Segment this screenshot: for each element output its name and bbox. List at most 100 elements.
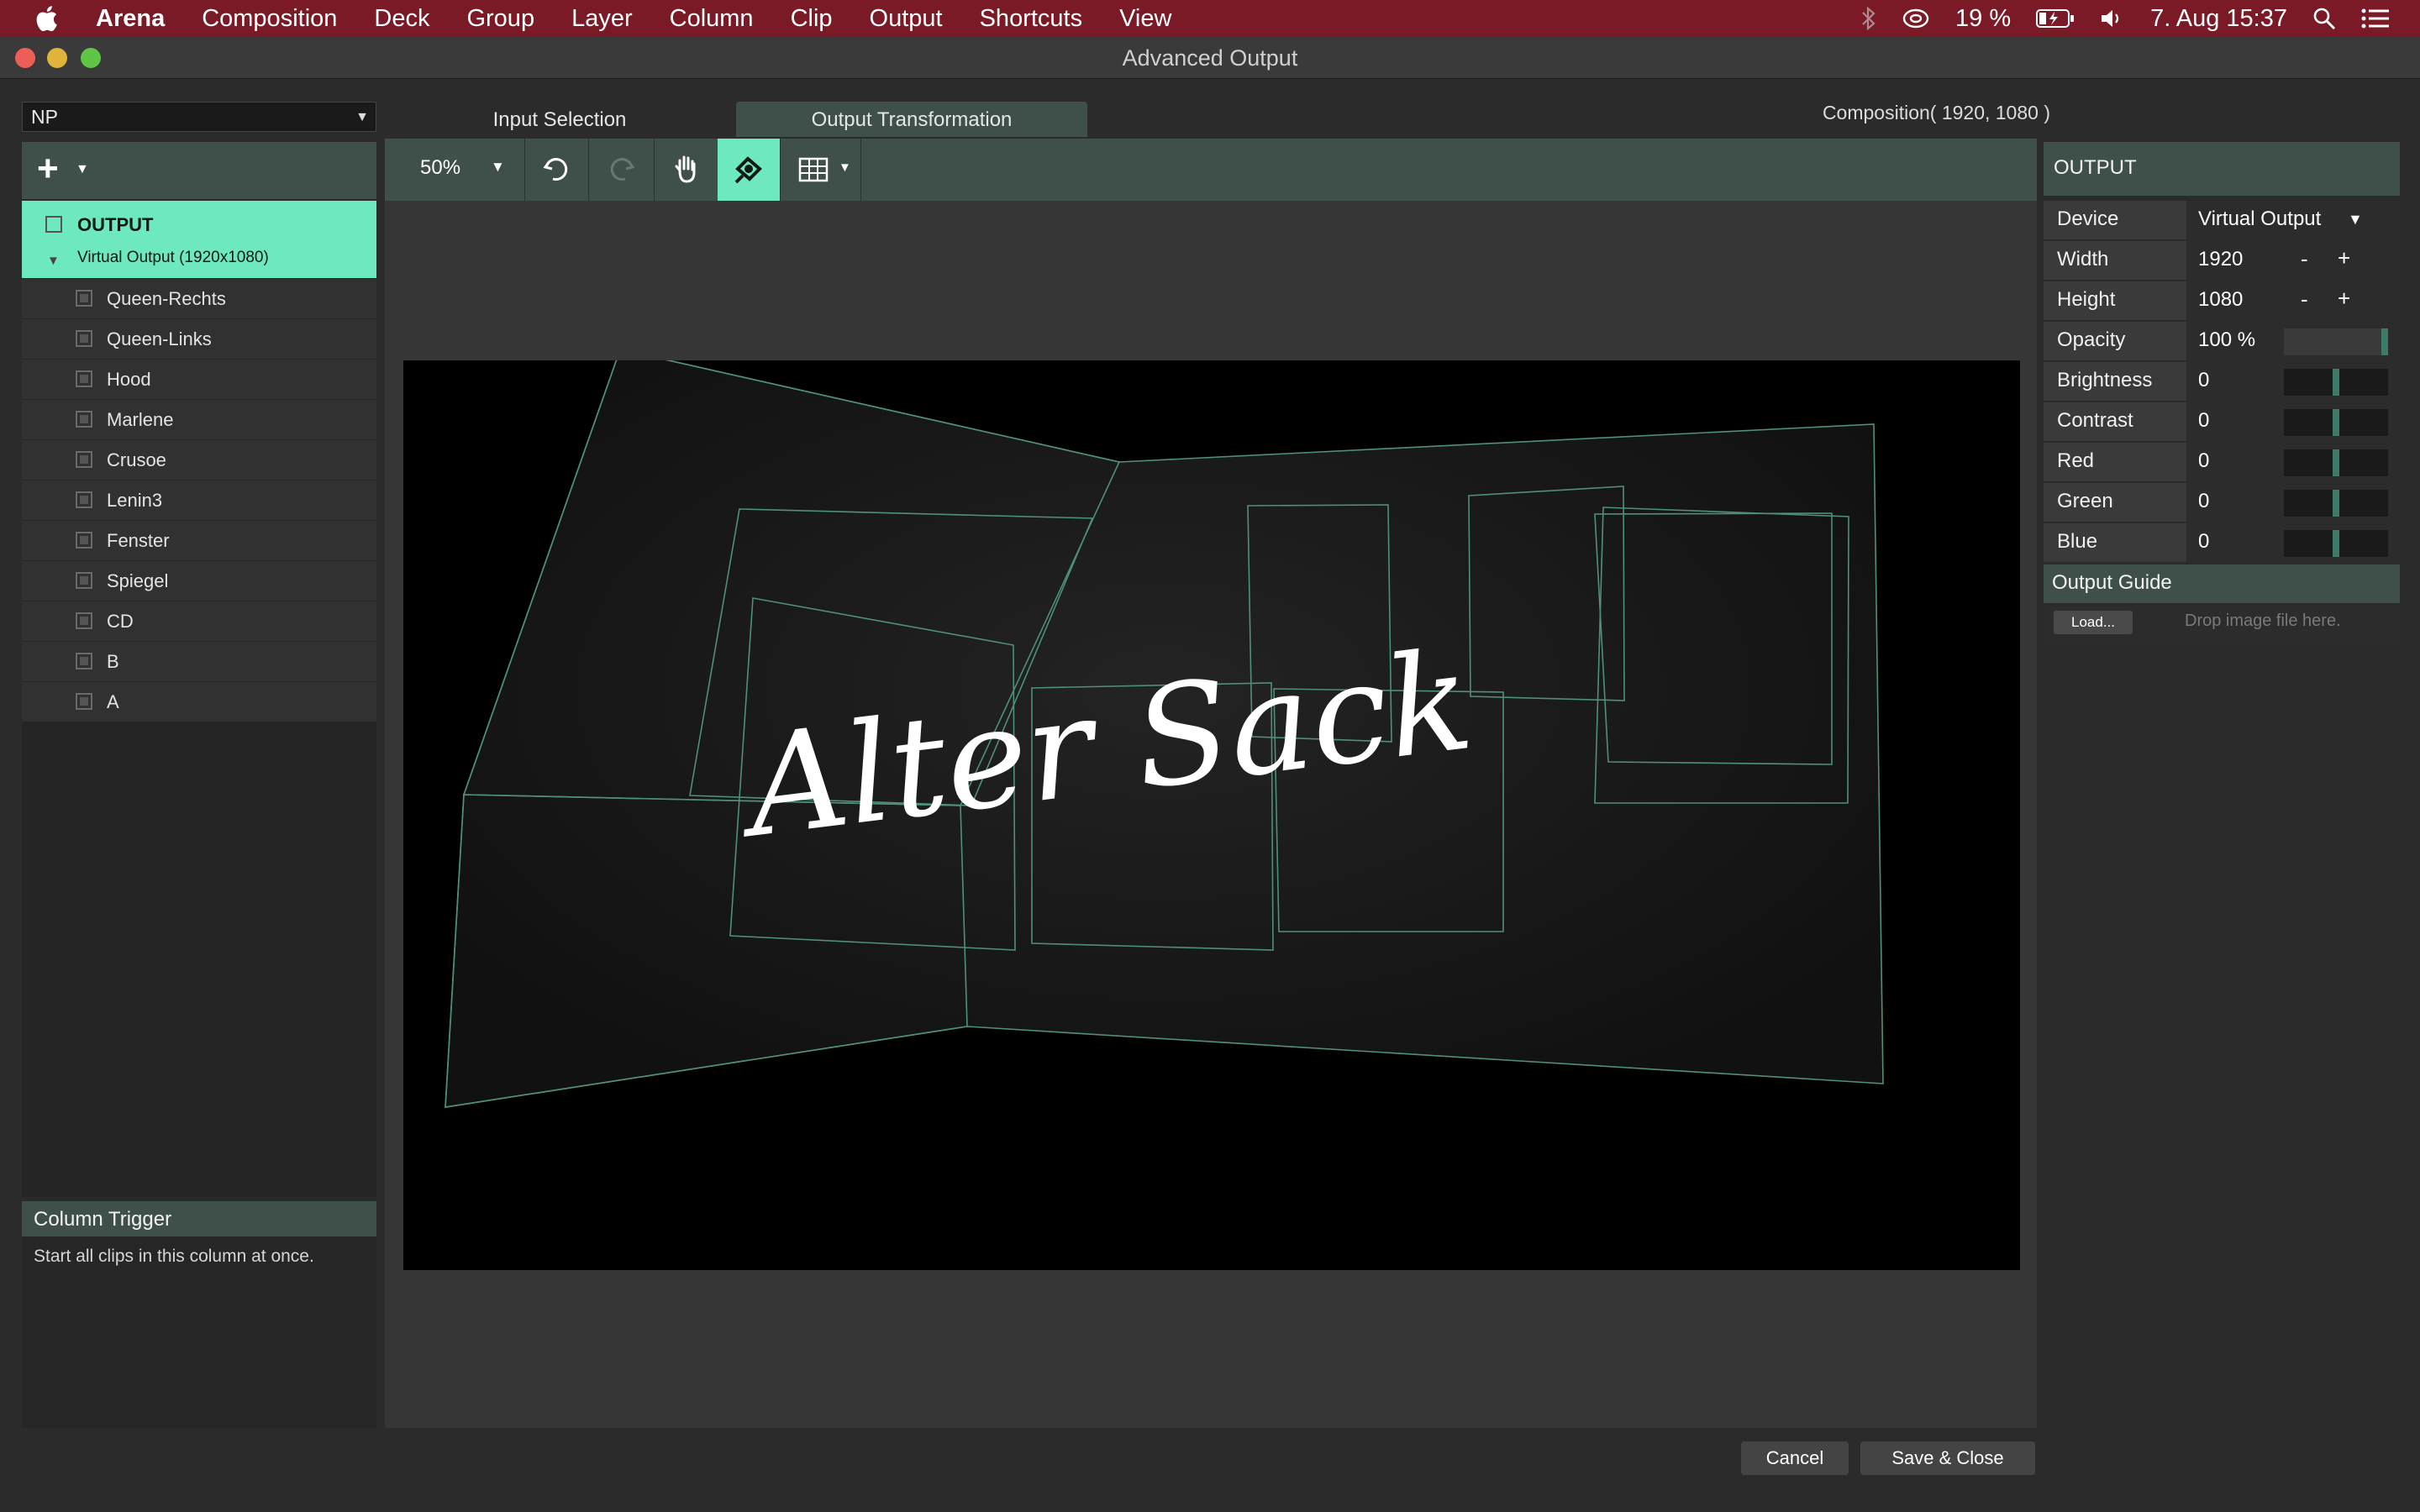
volume-icon[interactable]: [2100, 8, 2125, 29]
transform-tool-button[interactable]: [718, 139, 781, 201]
screen-row[interactable]: Hood: [22, 359, 376, 399]
output-stage[interactable]: Alter Sack: [403, 360, 2020, 1270]
menu-clip[interactable]: Clip: [791, 5, 833, 33]
height-input[interactable]: 1080: [2198, 288, 2243, 312]
height-increment-button[interactable]: +: [2338, 286, 2350, 312]
slider-handle[interactable]: [2333, 369, 2339, 396]
zoom-select[interactable]: 50% ▼: [385, 139, 525, 201]
contrast-slider[interactable]: [2284, 409, 2388, 436]
undo-button[interactable]: [524, 139, 589, 201]
menu-app-name[interactable]: Arena: [96, 5, 165, 33]
screen-row[interactable]: Lenin3: [22, 480, 376, 520]
contrast-row: Contrast 0: [2044, 402, 2400, 441]
battery-icon[interactable]: [2036, 8, 2075, 29]
screen-checkbox[interactable]: [76, 290, 92, 307]
add-screen-bar: + ▼: [22, 142, 376, 199]
red-value[interactable]: 0: [2198, 449, 2209, 473]
window-title-bar: Advanced Output: [0, 37, 2420, 79]
screen-row[interactable]: CD: [22, 601, 376, 641]
slider-handle[interactable]: [2333, 449, 2339, 476]
add-caret-icon[interactable]: ▼: [76, 162, 89, 177]
screen-row[interactable]: Spiegel: [22, 560, 376, 601]
contrast-value[interactable]: 0: [2198, 409, 2209, 433]
menu-composition[interactable]: Composition: [202, 5, 337, 33]
screen-checkbox[interactable]: [76, 532, 92, 549]
screen-row[interactable]: Fenster: [22, 520, 376, 560]
output-node[interactable]: OUTPUT ▼ Virtual Output (1920x1080): [22, 201, 376, 278]
bluetooth-icon[interactable]: [1861, 6, 1876, 31]
width-increment-button[interactable]: +: [2338, 245, 2350, 271]
menu-group[interactable]: Group: [466, 5, 534, 33]
screen-label: Fenster: [107, 530, 170, 551]
screen-checkbox[interactable]: [76, 451, 92, 468]
screen-checkbox[interactable]: [76, 693, 92, 710]
tab-input-selection[interactable]: Input Selection: [387, 102, 733, 137]
screen-tree: OUTPUT ▼ Virtual Output (1920x1080) Quee…: [22, 201, 376, 1197]
column-trigger-description: Start all clips in this column at once.: [22, 1236, 376, 1428]
menu-output[interactable]: Output: [870, 5, 943, 33]
screen-row[interactable]: Crusoe: [22, 439, 376, 480]
guide-drop-zone[interactable]: Drop image file here.: [2185, 612, 2341, 631]
menu-layer[interactable]: Layer: [571, 5, 633, 33]
menu-shortcuts[interactable]: Shortcuts: [980, 5, 1083, 33]
editor-toolbar: 50% ▼ ▼: [385, 139, 2037, 201]
output-checkbox[interactable]: [45, 216, 62, 233]
opacity-value[interactable]: 100 %: [2198, 328, 2255, 352]
creative-cloud-icon[interactable]: [1902, 8, 1930, 29]
width-input[interactable]: 1920: [2198, 248, 2243, 271]
brightness-slider[interactable]: [2284, 369, 2388, 396]
green-slider[interactable]: [2284, 490, 2388, 517]
status-area: 19 % 7. Aug 15:37: [1861, 0, 2390, 37]
menu-bar: Arena Composition Deck Group Layer Colum…: [0, 0, 2420, 37]
screen-row[interactable]: A: [22, 681, 376, 722]
screen-checkbox[interactable]: [76, 370, 92, 387]
grid-menu-button[interactable]: ▼: [780, 139, 861, 201]
add-plus-icon[interactable]: +: [37, 150, 59, 187]
load-guide-button[interactable]: Load...: [2054, 611, 2133, 634]
red-slider[interactable]: [2284, 449, 2388, 476]
height-decrement-button[interactable]: -: [2301, 286, 2308, 312]
apple-icon[interactable]: [34, 5, 59, 32]
preset-select[interactable]: NP ▼: [22, 102, 376, 132]
tab-output-transformation[interactable]: Output Transformation: [736, 102, 1087, 137]
blue-slider[interactable]: [2284, 530, 2388, 557]
screen-row[interactable]: Queen-Links: [22, 318, 376, 359]
screen-checkbox[interactable]: [76, 572, 92, 589]
screen-label: Crusoe: [107, 449, 166, 470]
brightness-value[interactable]: 0: [2198, 369, 2209, 392]
pan-tool-button[interactable]: [654, 139, 718, 201]
screen-checkbox[interactable]: [76, 491, 92, 508]
menu-column[interactable]: Column: [670, 5, 754, 33]
slider-handle[interactable]: [2333, 409, 2339, 436]
slider-handle[interactable]: [2381, 328, 2388, 355]
device-dropdown-icon[interactable]: ▼: [2348, 211, 2363, 228]
screen-row[interactable]: Queen-Rechts: [22, 278, 376, 318]
collapse-triangle-icon[interactable]: ▼: [47, 254, 60, 268]
screen-checkbox[interactable]: [76, 653, 92, 669]
device-select[interactable]: Virtual Output: [2198, 207, 2321, 231]
screen-checkbox[interactable]: [76, 330, 92, 347]
opacity-slider[interactable]: [2284, 328, 2388, 355]
screen-row[interactable]: B: [22, 641, 376, 681]
menu-deck[interactable]: Deck: [374, 5, 429, 33]
green-value[interactable]: 0: [2198, 490, 2209, 513]
slider-handle[interactable]: [2333, 530, 2339, 557]
width-decrement-button[interactable]: -: [2301, 246, 2308, 272]
screen-checkbox[interactable]: [76, 411, 92, 428]
blue-label: Blue: [2044, 523, 2186, 562]
menu-view[interactable]: View: [1119, 5, 1171, 33]
cancel-button[interactable]: Cancel: [1741, 1441, 1849, 1475]
window-title: Advanced Output: [1122, 45, 1298, 71]
mapping-canvas[interactable]: Alter Sack: [403, 360, 2020, 1270]
blue-value[interactable]: 0: [2198, 530, 2209, 554]
control-center-icon[interactable]: [2361, 8, 2390, 29]
save-close-button[interactable]: Save & Close: [1860, 1441, 2035, 1475]
redo-button[interactable]: [588, 139, 655, 201]
transform-tool-icon: [734, 156, 762, 184]
clock[interactable]: 7. Aug 15:37: [2150, 5, 2287, 33]
spotlight-search-icon[interactable]: [2312, 7, 2336, 30]
screen-row[interactable]: Marlene: [22, 399, 376, 439]
red-row: Red 0: [2044, 443, 2400, 481]
screen-checkbox[interactable]: [76, 612, 92, 629]
slider-handle[interactable]: [2333, 490, 2339, 517]
